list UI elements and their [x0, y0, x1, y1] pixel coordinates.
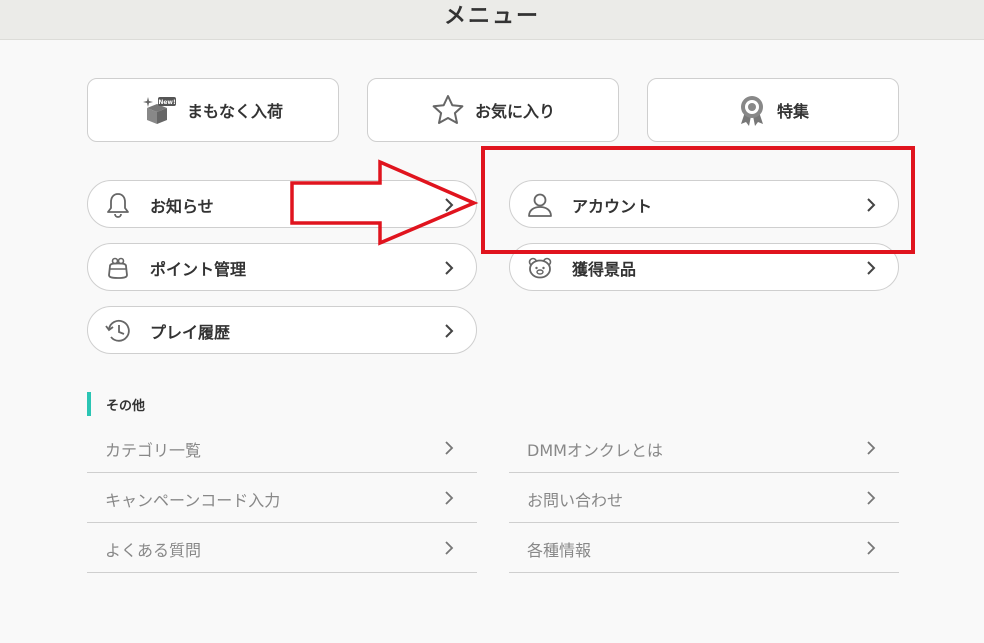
section-title-other: その他 [106, 399, 146, 414]
list-item-contact[interactable]: お問い合わせ [509, 473, 899, 523]
menu-item-label: プレイ履歴 [150, 323, 231, 342]
list-item-label: お問い合わせ [527, 491, 624, 510]
list-item-label: 各種情報 [527, 541, 592, 560]
user-icon [526, 191, 554, 219]
svg-text:New!: New! [158, 99, 175, 106]
chevron-right-icon [443, 489, 455, 507]
page-title: メニュー [443, 4, 540, 29]
list-item-label: よくある質問 [105, 541, 202, 560]
coin-purse-icon [104, 254, 132, 282]
list-item-label: キャンペーンコード入力 [105, 491, 281, 510]
feature-label: 特集 [776, 102, 809, 121]
chevron-right-icon [442, 322, 456, 340]
menu-item-account[interactable]: アカウント [509, 180, 899, 228]
chevron-right-icon [442, 259, 456, 277]
favorites-label: お気に入り [474, 102, 555, 121]
menu-item-prizes[interactable]: 獲得景品 [509, 243, 899, 291]
menu-item-notices[interactable]: お知らせ [87, 180, 477, 228]
menu-item-label: 獲得景品 [572, 260, 637, 279]
chevron-right-icon [865, 439, 877, 457]
chevron-right-icon [443, 439, 455, 457]
chevron-right-icon [864, 259, 878, 277]
award-ribbon-icon [737, 94, 767, 126]
header-bar: メニュー [0, 0, 984, 40]
list-item-label: DMMオンクレとは [527, 441, 663, 460]
list-item-about[interactable]: DMMオンクレとは [509, 423, 899, 473]
bell-icon [104, 191, 132, 219]
menu-item-play-history[interactable]: プレイ履歴 [87, 306, 477, 354]
list-item-campaign-code[interactable]: キャンペーンコード入力 [87, 473, 477, 523]
coming-soon-label: まもなく入荷 [186, 102, 283, 121]
chevron-right-icon [865, 489, 877, 507]
favorites-button[interactable]: お気に入り [367, 78, 619, 142]
chevron-right-icon [864, 196, 878, 214]
list-item-faq[interactable]: よくある質問 [87, 523, 477, 573]
bear-face-icon [526, 254, 554, 282]
coming-soon-button[interactable]: New! まもなく入荷 [87, 78, 339, 142]
chevron-right-icon [442, 196, 456, 214]
section-accent-bar [87, 392, 91, 416]
list-item-info[interactable]: 各種情報 [509, 523, 899, 573]
list-item-categories[interactable]: カテゴリ一覧 [87, 423, 477, 473]
menu-item-label: ポイント管理 [150, 260, 247, 279]
chevron-right-icon [865, 539, 877, 557]
chevron-right-icon [443, 539, 455, 557]
star-icon [431, 94, 465, 126]
new-box-icon: New! [142, 94, 177, 126]
menu-item-label: アカウント [572, 197, 653, 216]
list-item-label: カテゴリ一覧 [105, 441, 202, 460]
menu-item-points[interactable]: ポイント管理 [87, 243, 477, 291]
menu-item-label: お知らせ [150, 197, 214, 216]
history-clock-icon [104, 317, 132, 345]
feature-button[interactable]: 特集 [647, 78, 899, 142]
